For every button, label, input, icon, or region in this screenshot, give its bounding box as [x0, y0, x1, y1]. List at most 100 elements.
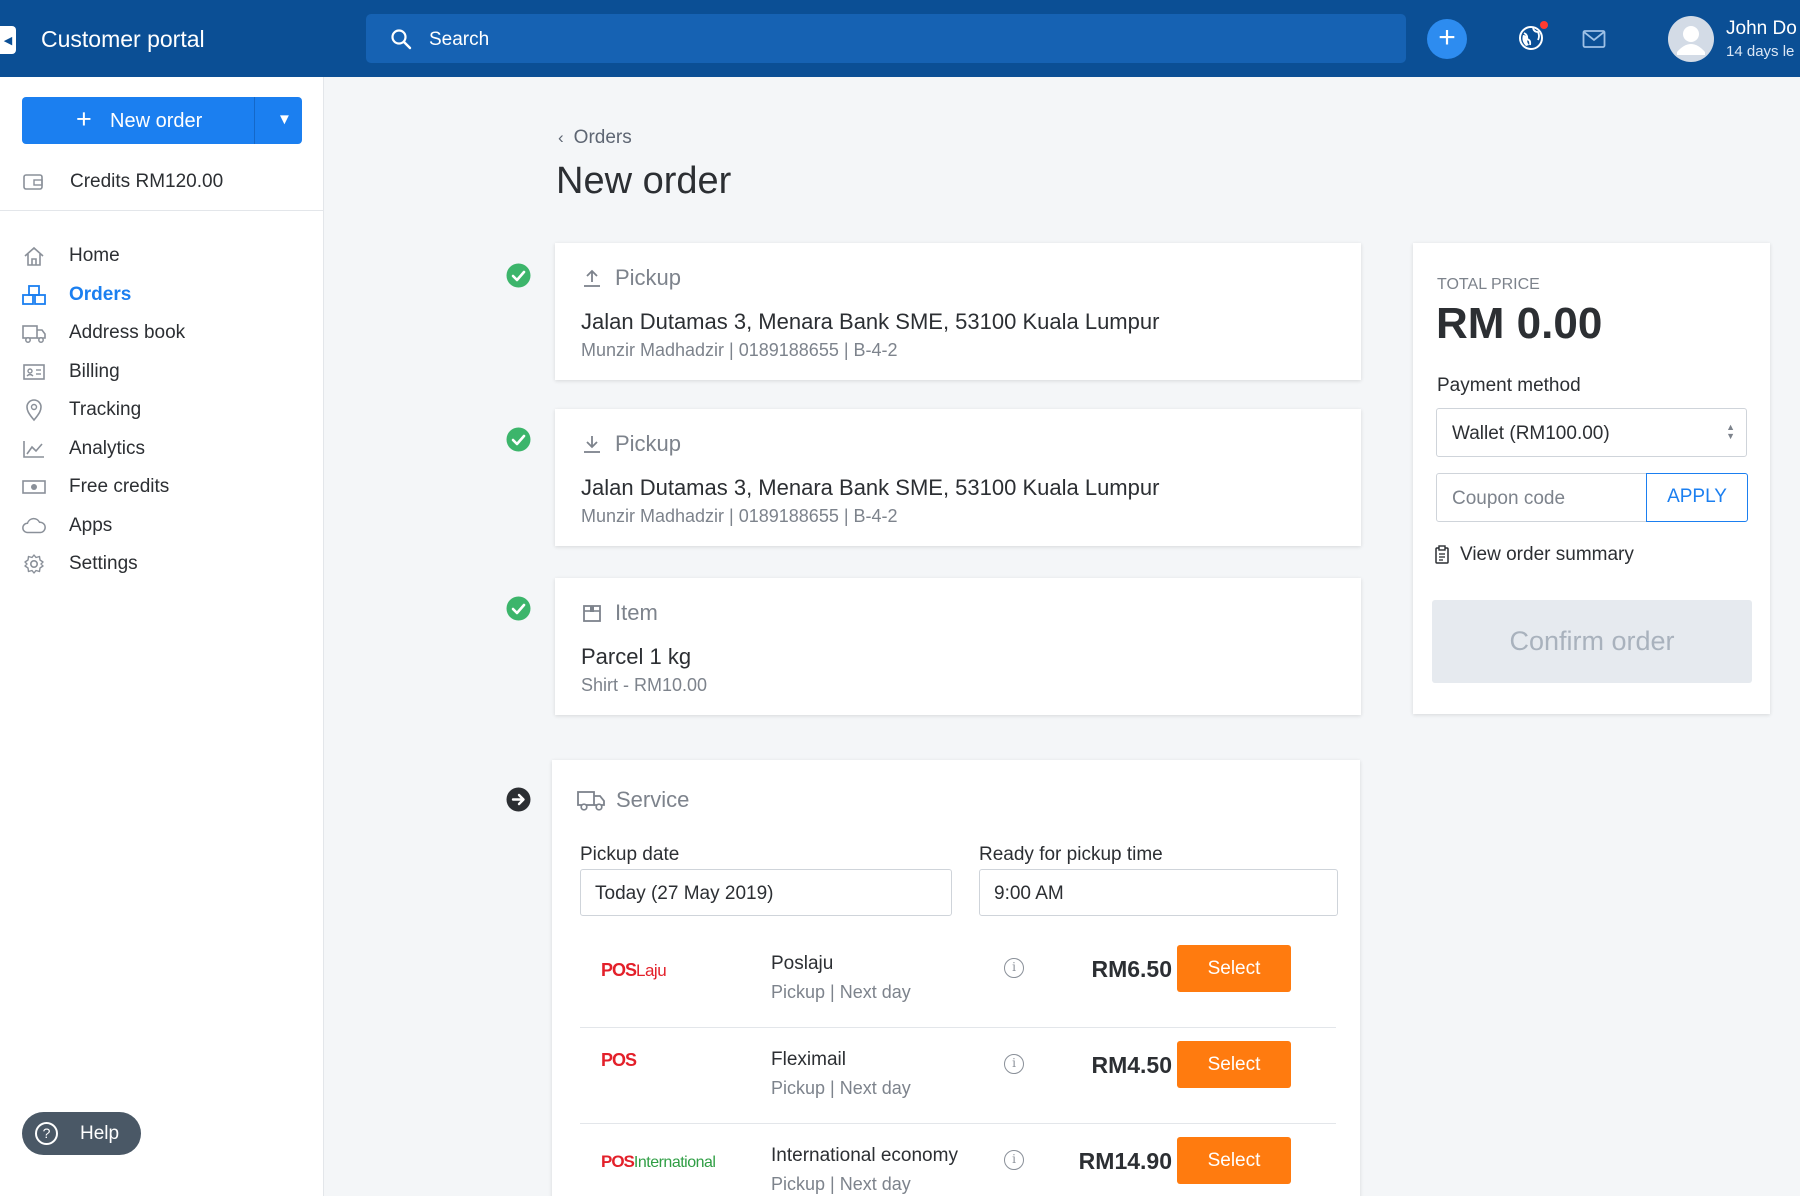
sidebar-item-label: Apps [69, 514, 113, 536]
pos-malaysia-logo: POS [601, 1050, 637, 1070]
add-button[interactable]: + [1427, 19, 1467, 59]
wallet-icon [23, 174, 43, 190]
sidebar-divider [0, 210, 323, 211]
billing-icon [21, 361, 47, 383]
payment-method-label: Payment method [1437, 375, 1581, 396]
question-icon: ? [35, 1122, 58, 1145]
collapse-sidebar-button[interactable]: ◀ [0, 26, 16, 54]
service-name: Poslaju [771, 953, 834, 974]
service-price: RM4.50 [1091, 1052, 1172, 1078]
sidebar-item-label: Settings [69, 553, 138, 575]
chart-icon [21, 438, 47, 460]
user-name[interactable]: John Do [1726, 18, 1797, 40]
sidebar-item-address-book[interactable]: Address book [0, 314, 323, 353]
globe-icon[interactable] [1518, 25, 1544, 51]
service-card: Service Pickup date Today (27 May 2019) … [552, 760, 1360, 1196]
home-icon [21, 245, 47, 267]
dropoff-contact: Munzir Madhadzir | 0189188655 | B-4-2 [581, 506, 898, 526]
service-detail: Pickup | Next day [771, 1174, 911, 1194]
sidebar-item-free-credits[interactable]: Free credits [0, 468, 323, 507]
sidebar-item-label: Address book [69, 322, 186, 344]
sidebar-item-orders[interactable]: Orders [0, 276, 323, 315]
select-button[interactable]: Select [1177, 945, 1291, 992]
select-button[interactable]: Select [1177, 1041, 1291, 1088]
top-bar: ◀ Customer portal Search + John Do 14 da… [0, 0, 1800, 77]
view-order-summary-link[interactable]: View order summary [1434, 544, 1634, 566]
button-divider [254, 97, 255, 144]
delivery-truck-icon [577, 791, 605, 811]
pickup-time-label: Ready for pickup time [979, 844, 1163, 865]
gear-icon [21, 553, 47, 575]
pickup-date-label: Pickup date [580, 844, 680, 865]
info-icon[interactable]: i [1004, 958, 1024, 978]
location-pin-icon [21, 399, 47, 422]
avatar[interactable] [1668, 16, 1714, 62]
new-order-label: New order [110, 110, 203, 132]
page-title: New order [556, 160, 732, 202]
truck-icon [21, 322, 47, 344]
notification-dot [1540, 21, 1548, 29]
breadcrumb[interactable]: ‹ Orders [558, 127, 632, 149]
view-order-summary-label: View order summary [1460, 544, 1634, 565]
sidebar-item-home[interactable]: Home [0, 237, 323, 276]
credits-label: Credits [70, 171, 131, 192]
sidebar-item-label: Billing [69, 360, 120, 382]
sidebar-item-label: Free credits [69, 476, 170, 498]
credits: Credits RM120.00 [22, 167, 223, 197]
pickup-card[interactable]: Pickup Jalan Dutamas 3, Menara Bank SME,… [555, 243, 1361, 380]
select-button[interactable]: Select [1177, 1137, 1291, 1184]
service-price: RM14.90 [1078, 1148, 1172, 1174]
pickup-time-field[interactable]: 9:00 AM [979, 869, 1338, 916]
service-name: International economy [771, 1145, 958, 1166]
service-name: Fleximail [771, 1049, 846, 1070]
box-icon [583, 605, 601, 622]
pickup-date-field[interactable]: Today (27 May 2019) [580, 869, 952, 916]
service-option-fleximail[interactable]: POS Fleximail Pickup | Next day i RM4.50… [580, 1028, 1336, 1124]
breadcrumb-orders[interactable]: Orders [574, 127, 632, 149]
coupon-input[interactable]: Coupon code [1436, 473, 1647, 522]
arrow-circle-icon [506, 787, 531, 812]
item-card[interactable]: Item Parcel 1 kg Shirt - RM10.00 [555, 578, 1361, 715]
sidebar-item-label: Analytics [69, 437, 146, 459]
dropoff-card[interactable]: Pickup Jalan Dutamas 3, Menara Bank SME,… [555, 409, 1361, 546]
search-input[interactable]: Search [366, 14, 1406, 63]
sidebar-item-analytics[interactable]: Analytics [0, 430, 323, 469]
apply-coupon-button[interactable]: APPLY [1646, 473, 1748, 522]
app-title: Customer portal [41, 26, 205, 52]
pickup-contact: Munzir Madhadzir | 0189188655 | B-4-2 [581, 340, 898, 360]
confirm-order-button[interactable]: Confirm order [1432, 600, 1752, 683]
plus-icon: + [76, 104, 92, 134]
sidebar-item-label: Home [69, 245, 120, 267]
payment-method-select[interactable]: Wallet (RM100.00) ▲ ▼ [1436, 408, 1747, 457]
info-icon[interactable]: i [1004, 1150, 1024, 1170]
service-option-international[interactable]: POSInternational International economy P… [580, 1124, 1336, 1196]
search-placeholder: Search [429, 29, 490, 50]
service-detail: Pickup | Next day [771, 1078, 911, 1098]
cloud-icon [21, 515, 47, 537]
sidebar-item-tracking[interactable]: Tracking [0, 391, 323, 430]
upload-icon [584, 269, 600, 287]
clipboard-icon [1435, 545, 1449, 564]
sidebar-item-billing[interactable]: Billing [0, 353, 323, 392]
check-circle-icon [506, 263, 531, 288]
service-option-poslaju[interactable]: POSLaju Poslaju Pickup | Next day i RM6.… [580, 932, 1336, 1028]
sidebar-item-label: Tracking [69, 399, 142, 421]
select-arrows-icon: ▲ ▼ [1726, 422, 1735, 441]
chevron-down-icon[interactable]: ▼ [277, 111, 292, 128]
sidebar-item-settings[interactable]: Settings [0, 545, 323, 584]
new-order-button[interactable]: + New order ▼ [22, 97, 302, 144]
user-subtitle: 14 days le [1726, 43, 1795, 60]
pos-international-logo: POSInternational [601, 1152, 716, 1171]
dropoff-address: Jalan Dutamas 3, Menara Bank SME, 53100 … [581, 475, 1160, 500]
total-price-value: RM 0.00 [1436, 299, 1603, 348]
dropoff-heading: Pickup [615, 431, 682, 456]
sidebar-item-apps[interactable]: Apps [0, 507, 323, 546]
user-icon [1677, 26, 1705, 55]
info-icon[interactable]: i [1004, 1054, 1024, 1074]
service-detail: Pickup | Next day [771, 982, 911, 1002]
item-heading: Item [615, 600, 658, 625]
sidebar: + New order ▼ Credits RM120.00 Home Orde… [0, 77, 324, 1196]
help-button[interactable]: ? Help [22, 1112, 141, 1155]
money-icon [21, 476, 47, 498]
mail-icon[interactable] [1582, 29, 1606, 49]
